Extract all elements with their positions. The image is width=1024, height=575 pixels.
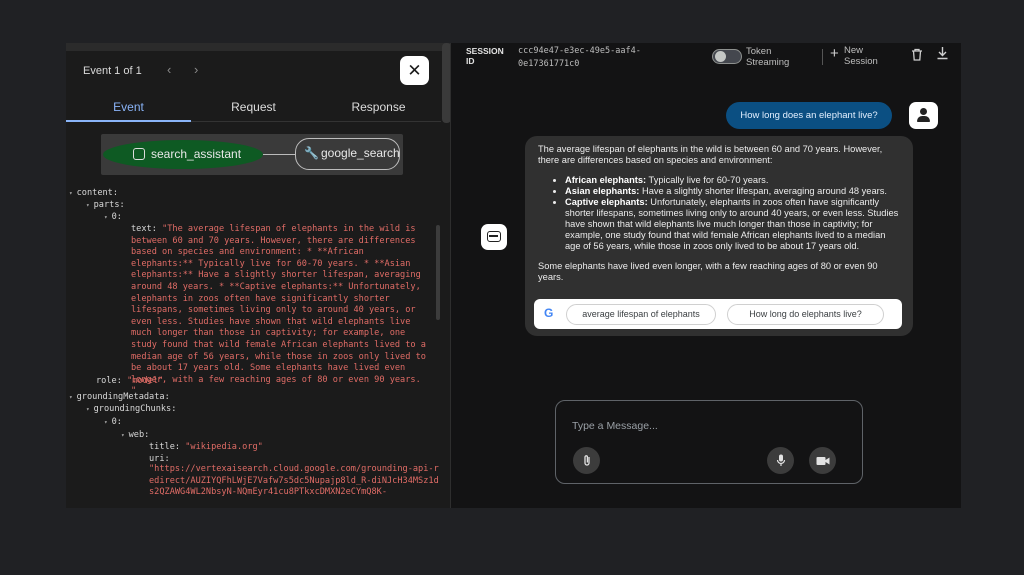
caret-icon: ▾ <box>104 214 108 221</box>
tree-node-chunk-index[interactable]: ▾ 0: <box>104 416 122 429</box>
tree-string: "The average lifespan of elephants in th… <box>131 224 426 397</box>
download-icon <box>937 47 948 60</box>
tree-string: "model" <box>127 376 164 386</box>
tree-node-title: title: "wikipedia.org" <box>149 441 263 453</box>
tree-key: groundingMetadata: <box>76 392 170 402</box>
message-input[interactable]: Type a Message... <box>572 420 658 432</box>
panel-top-bar <box>66 43 450 51</box>
microphone-icon <box>776 454 785 466</box>
new-session-button[interactable]: + New Session <box>830 45 890 67</box>
tree-node-chunks[interactable]: ▾ groundingChunks: <box>86 403 176 416</box>
user-message-bubble: How long does an elephant live? <box>726 102 892 129</box>
bullet-heading: Captive elephants: <box>565 197 648 207</box>
microphone-button[interactable] <box>767 447 794 474</box>
caret-icon: ▾ <box>86 406 90 413</box>
video-button[interactable] <box>809 447 836 474</box>
message-composer[interactable]: Type a Message... <box>555 400 863 484</box>
video-camera-icon <box>816 457 829 465</box>
wrench-icon: 🔧 <box>304 146 319 160</box>
plus-icon: + <box>830 45 839 62</box>
tab-response[interactable]: Response <box>316 98 441 121</box>
tree-key: role: <box>96 376 122 386</box>
tree-node-role: role: "model" <box>96 375 163 387</box>
download-button[interactable] <box>936 46 949 63</box>
tree-key: content: <box>76 188 119 198</box>
robot-icon <box>133 148 145 160</box>
list-item: African elephants: Typically live for 60… <box>565 175 901 186</box>
paperclip-icon <box>583 455 590 466</box>
bot-intro: The average lifespan of elephants in the… <box>538 144 883 165</box>
graph-node-tool[interactable]: 🔧 google_search <box>295 138 400 170</box>
new-session-label: New Session <box>844 45 878 67</box>
next-event-icon[interactable]: › <box>194 62 198 77</box>
caret-icon: ▾ <box>86 202 90 209</box>
bot-message-bubble: The average lifespan of elephants in the… <box>525 136 913 336</box>
close-icon: ✕ <box>407 61 422 80</box>
tab-event[interactable]: Event <box>66 98 191 122</box>
tree-key: groundingChunks: <box>93 404 177 414</box>
tree-key: 0: <box>111 417 122 427</box>
toolbar-divider <box>822 49 823 65</box>
robot-face <box>487 231 501 242</box>
bot-outro: Some elephants have lived even longer, w… <box>538 261 878 282</box>
bot-avatar-icon <box>481 224 507 250</box>
tree-key: 0: <box>111 212 122 222</box>
trash-icon <box>912 48 922 61</box>
bullet-heading: African elephants: <box>565 175 647 185</box>
tab-label: Response <box>351 100 406 114</box>
agent-graph: search_assistant 🔧 google_search <box>101 134 403 175</box>
session-label: SESSION ID <box>466 46 504 66</box>
tab-label: Event <box>113 100 144 114</box>
tree-text-value: text: "The average lifespan of elephants… <box>131 224 431 398</box>
graph-node-agent[interactable]: search_assistant <box>103 140 263 169</box>
node-label: google_search <box>321 146 400 160</box>
suggestion-chip[interactable]: How long do elephants live? <box>727 304 884 325</box>
google-icon: G <box>544 306 554 320</box>
bullet-heading: Asian elephants: <box>565 186 640 196</box>
token-streaming-label: Token Streaming <box>746 46 790 68</box>
user-avatar-icon <box>909 102 938 129</box>
delete-session-button[interactable] <box>911 48 923 64</box>
suggestion-chip[interactable]: average lifespan of elephants <box>566 304 716 325</box>
list-item: Asian elephants: Have a slightly shorter… <box>565 186 901 197</box>
tree-key: parts: <box>93 200 125 210</box>
tree-scrollbar[interactable] <box>436 225 440 320</box>
tree-node-web[interactable]: ▾ web: <box>121 429 149 442</box>
tree-string: "wikipedia.org" <box>185 442 263 452</box>
bullet-text: Typically live for 60-70 years. <box>646 175 769 185</box>
search-suggestions: G average lifespan of elephants How long… <box>534 299 902 329</box>
tree-node-index[interactable]: ▾ 0: <box>104 211 122 224</box>
node-label: search_assistant <box>151 147 242 161</box>
tree-key: web: <box>128 430 150 440</box>
event-inspector-panel: Event 1 of 1 ‹ › ✕ Event Request Respons… <box>66 43 451 508</box>
caret-icon: ▾ <box>104 419 108 426</box>
event-counter: Event 1 of 1 <box>83 65 142 77</box>
tree-key: title: <box>149 442 181 452</box>
token-streaming-toggle[interactable] <box>712 49 742 64</box>
app-window: Event 1 of 1 ‹ › ✕ Event Request Respons… <box>66 43 961 508</box>
close-panel-button[interactable]: ✕ <box>400 56 429 85</box>
tree-key: uri: <box>149 454 170 464</box>
toggle-knob <box>715 51 726 62</box>
panel-scrollbar[interactable] <box>442 43 450 123</box>
caret-icon: ▾ <box>69 394 73 401</box>
chat-panel: SESSION ID ccc94e47-e3ec-49e5-aaf4-0e173… <box>452 43 961 508</box>
tree-key: text: <box>131 224 157 234</box>
caret-icon: ▾ <box>69 190 73 197</box>
graph-edge <box>263 154 295 155</box>
caret-icon: ▾ <box>121 432 125 439</box>
tab-label: Request <box>231 100 276 114</box>
bot-bullet-list: African elephants: Typically live for 60… <box>565 175 901 252</box>
inspector-tabs: Event Request Response <box>66 98 441 122</box>
list-item: Captive elephants: Unfortunately, elepha… <box>565 197 901 252</box>
session-id: ccc94e47-e3ec-49e5-aaf4-0e17361771c0 <box>518 46 641 69</box>
tree-uri-value: "https://vertexaisearch.cloud.google.com… <box>149 464 439 498</box>
attach-button[interactable] <box>573 447 600 474</box>
tab-request[interactable]: Request <box>191 98 316 121</box>
bullet-text: Have a slightly shorter lifespan, averag… <box>639 186 887 196</box>
prev-event-icon[interactable]: ‹ <box>167 62 171 77</box>
